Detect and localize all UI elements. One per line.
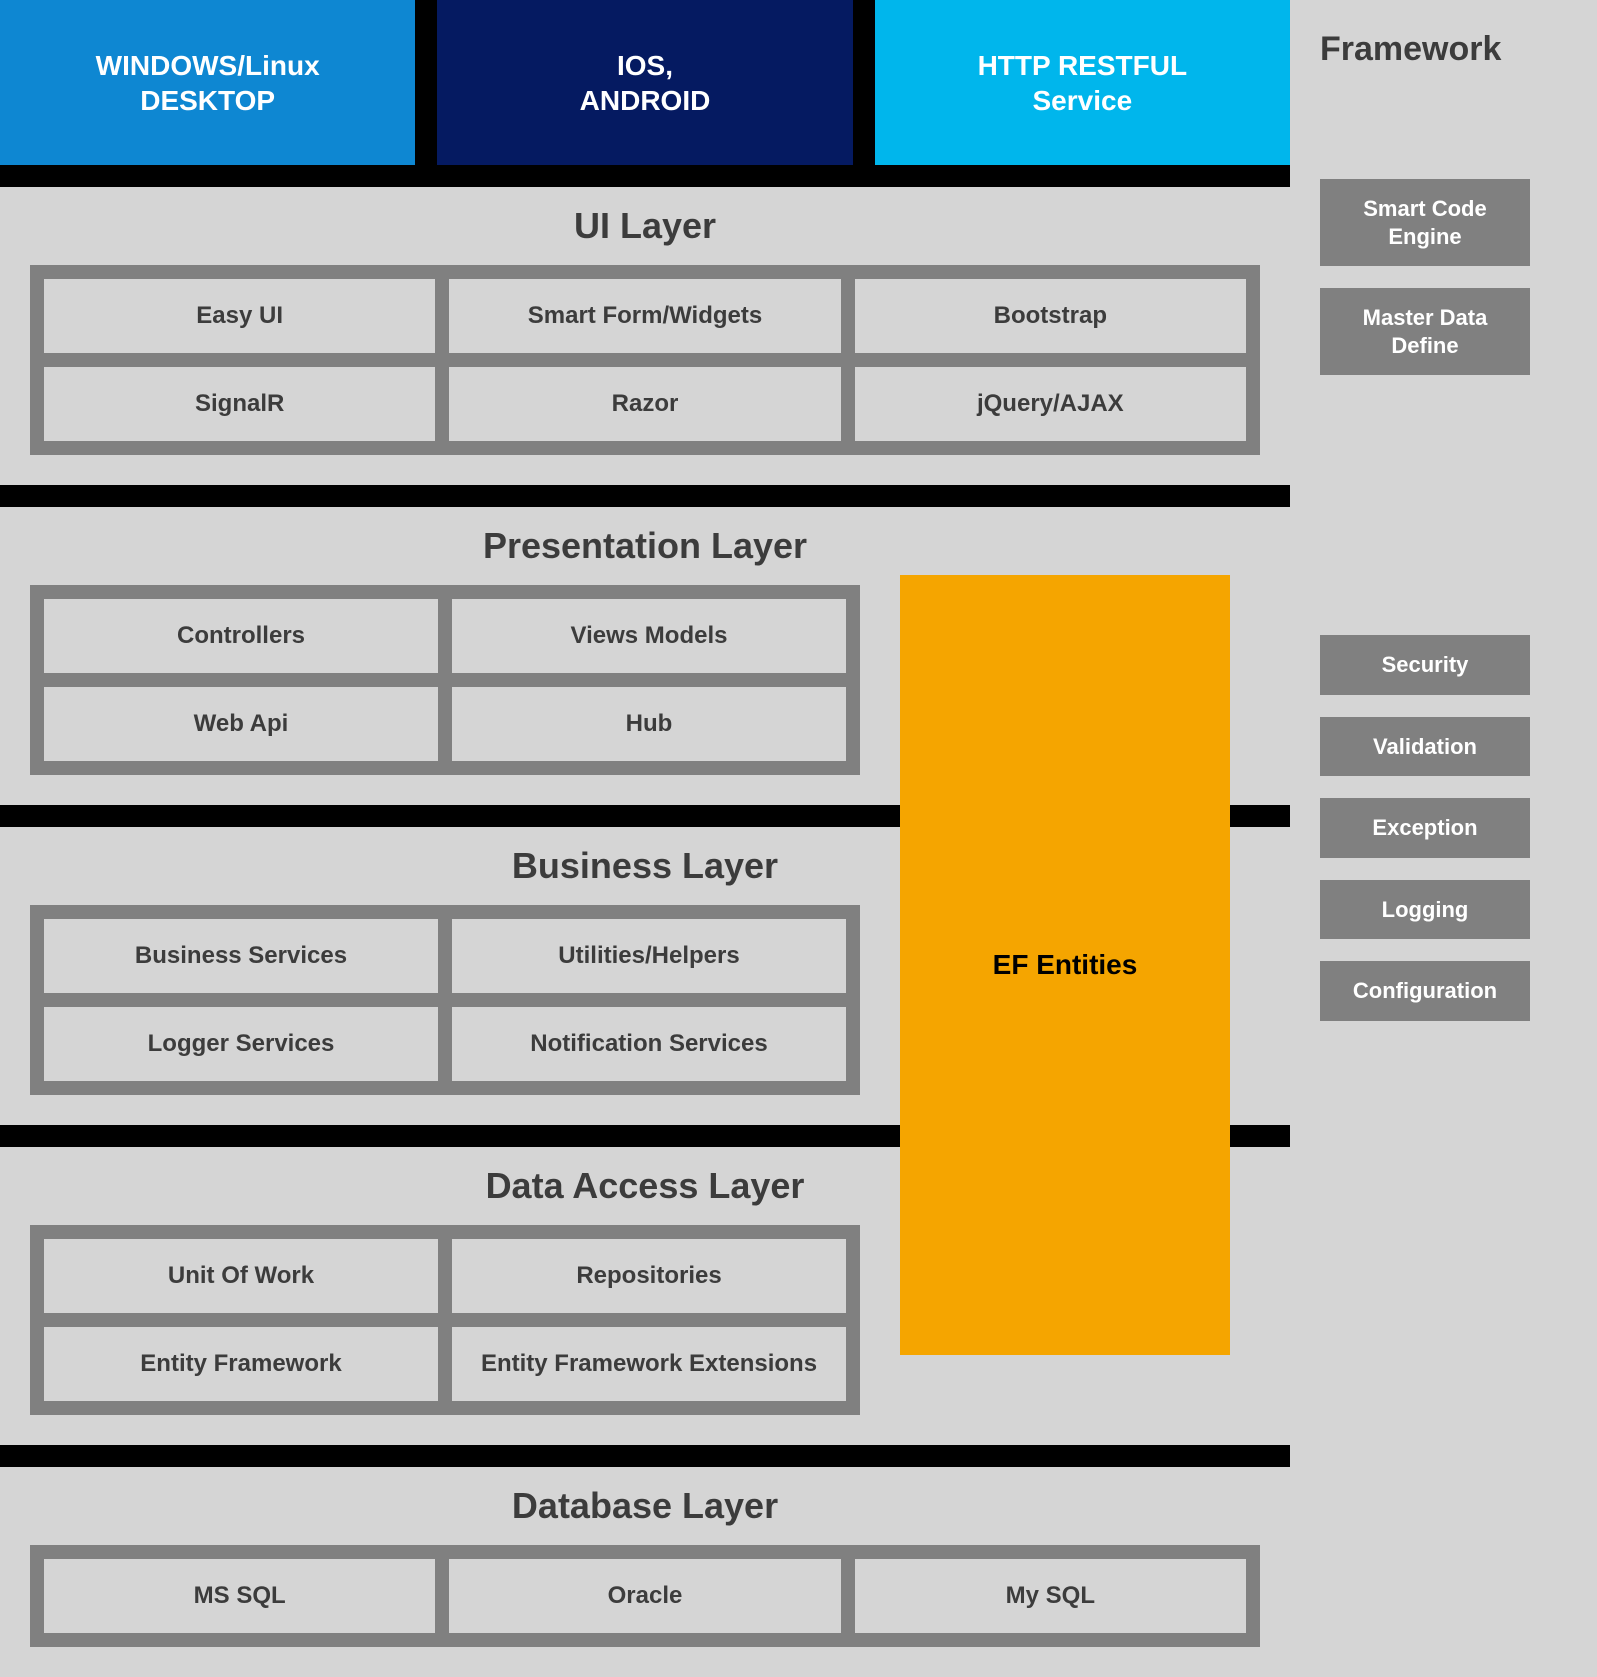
database-layer-grid: MS SQL Oracle My SQL: [30, 1545, 1260, 1647]
biz-cell-notification: Notification Services: [452, 1007, 846, 1081]
pres-cell-hub: Hub: [452, 687, 846, 761]
da-cell-ef: Entity Framework: [44, 1327, 438, 1401]
ui-cell-smartform: Smart Form/Widgets: [449, 279, 840, 353]
framework-sidebar: Framework Smart Code Engine Master Data …: [1320, 10, 1580, 1021]
ui-cell-signalr: SignalR: [44, 367, 435, 441]
biz-cell-utilities: Utilities/Helpers: [452, 919, 846, 993]
da-cell-ef-ext: Entity Framework Extensions: [452, 1327, 846, 1401]
database-layer: Database Layer MS SQL Oracle My SQL: [0, 1467, 1290, 1677]
biz-cell-services: Business Services: [44, 919, 438, 993]
framework-group-bottom: Security Validation Exception Logging Co…: [1320, 635, 1580, 1021]
ui-layer-grid: Easy UI Smart Form/Widgets Bootstrap Sig…: [30, 265, 1260, 455]
da-cell-uow: Unit Of Work: [44, 1239, 438, 1313]
fw-box-validation: Validation: [1320, 717, 1530, 777]
fw-box-master-data: Master Data Define: [1320, 288, 1530, 375]
framework-group-top: Smart Code Engine Master Data Define: [1320, 179, 1580, 375]
biz-cell-logger: Logger Services: [44, 1007, 438, 1081]
fw-box-smart-code: Smart Code Engine: [1320, 179, 1530, 266]
da-cell-repos: Repositories: [452, 1239, 846, 1313]
platform-mobile: IOS, ANDROID: [437, 0, 852, 165]
database-layer-title: Database Layer: [30, 1485, 1260, 1527]
ui-layer-title: UI Layer: [30, 205, 1260, 247]
db-cell-mysql: My SQL: [855, 1559, 1246, 1633]
ef-entities-block: EF Entities: [900, 575, 1230, 1355]
pres-cell-webapi: Web Api: [44, 687, 438, 761]
framework-title: Framework: [1320, 30, 1580, 69]
ui-cell-easyui: Easy UI: [44, 279, 435, 353]
platform-http: HTTP RESTFUL Service: [875, 0, 1290, 165]
db-cell-mssql: MS SQL: [44, 1559, 435, 1633]
db-cell-oracle: Oracle: [449, 1559, 840, 1633]
fw-box-security: Security: [1320, 635, 1530, 695]
ui-cell-razor: Razor: [449, 367, 840, 441]
data-access-layer-grid: Unit Of Work Repositories Entity Framewo…: [30, 1225, 860, 1415]
fw-box-logging: Logging: [1320, 880, 1530, 940]
ui-layer: UI Layer Easy UI Smart Form/Widgets Boot…: [0, 187, 1290, 485]
business-layer-grid: Business Services Utilities/Helpers Logg…: [30, 905, 860, 1095]
pres-cell-viewmodels: Views Models: [452, 599, 846, 673]
platform-row: WINDOWS/Linux DESKTOP IOS, ANDROID HTTP …: [0, 0, 1290, 165]
presentation-layer-grid: Controllers Views Models Web Api Hub: [30, 585, 860, 775]
fw-box-configuration: Configuration: [1320, 961, 1530, 1021]
platform-desktop: WINDOWS/Linux DESKTOP: [0, 0, 415, 165]
pres-cell-controllers: Controllers: [44, 599, 438, 673]
ui-cell-jquery: jQuery/AJAX: [855, 367, 1246, 441]
presentation-layer-title: Presentation Layer: [30, 525, 1260, 567]
ui-cell-bootstrap: Bootstrap: [855, 279, 1246, 353]
fw-box-exception: Exception: [1320, 798, 1530, 858]
